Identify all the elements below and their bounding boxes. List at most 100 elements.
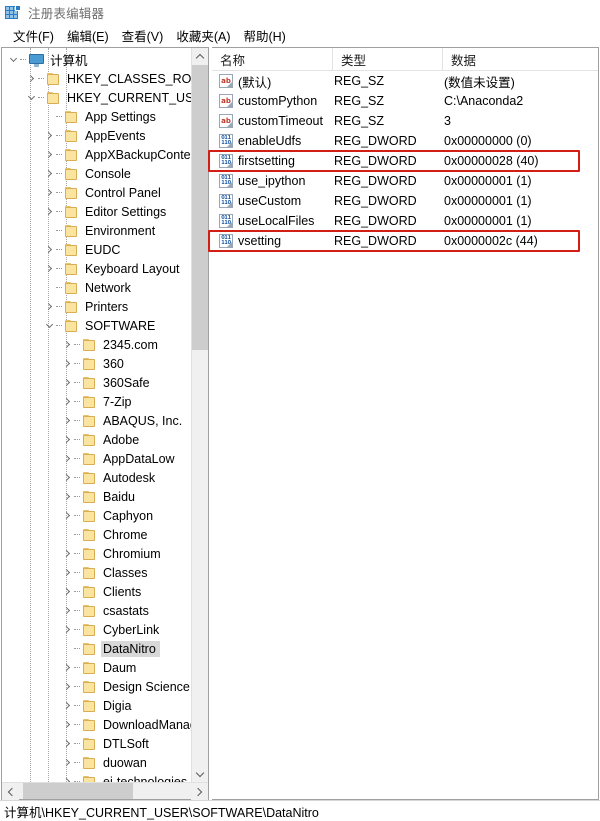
tree-item-digia[interactable]: Digia: [2, 696, 191, 715]
tree-item-eudc[interactable]: EUDC: [2, 240, 191, 259]
chevron-right-icon[interactable]: [60, 563, 74, 582]
table-row[interactable]: 011 110 enableUdfs REG_DWORD 0x00000000 (0): [212, 131, 598, 151]
scroll-right-arrow-icon[interactable]: [191, 783, 208, 800]
tree-item-daum[interactable]: Daum: [2, 658, 191, 677]
chevron-right-icon[interactable]: [60, 430, 74, 449]
table-row[interactable]: 011 110 use_ipython REG_DWORD 0x00000001 (1): [212, 171, 598, 191]
tree-item-baidu[interactable]: Baidu: [2, 487, 191, 506]
chevron-down-icon[interactable]: [24, 88, 38, 107]
chevron-right-icon[interactable]: [42, 240, 56, 259]
tree-item-cyberlink[interactable]: CyberLink: [2, 620, 191, 639]
tree-item-keyboard-layout[interactable]: Keyboard Layout: [2, 259, 191, 278]
chevron-right-icon[interactable]: [60, 373, 74, 392]
table-row[interactable]: 011 110 useCustom REG_DWORD 0x00000001 (1): [212, 191, 598, 211]
chevron-right-icon[interactable]: [60, 677, 74, 696]
table-row[interactable]: 011 110 vsetting REG_DWORD 0x0000002c (44): [212, 231, 598, 251]
chevron-right-icon[interactable]: [60, 753, 74, 772]
chevron-right-icon[interactable]: [42, 126, 56, 145]
tree-item-control-panel[interactable]: Control Panel: [2, 183, 191, 202]
tree-item-software[interactable]: SOFTWARE: [2, 316, 191, 335]
scroll-up-arrow-icon[interactable]: [192, 48, 208, 65]
chevron-down-icon[interactable]: [6, 50, 20, 69]
table-row[interactable]: ab customPython REG_SZ C:\Anaconda2: [212, 91, 598, 111]
chevron-right-icon[interactable]: [60, 696, 74, 715]
menu-favorites[interactable]: 收藏夹(A): [170, 25, 237, 46]
chevron-right-icon[interactable]: [60, 392, 74, 411]
chevron-right-icon[interactable]: [60, 544, 74, 563]
tree-item-downloadmanag[interactable]: DownloadManag: [2, 715, 191, 734]
menu-edit[interactable]: 编辑(E): [61, 25, 116, 46]
chevron-right-icon[interactable]: [60, 658, 74, 677]
chevron-right-icon[interactable]: [42, 202, 56, 221]
tree-item-hkey-current-user[interactable]: HKEY_CURRENT_USER: [2, 88, 191, 107]
tree-hscroll-track[interactable]: [19, 783, 191, 799]
tree-vscroll-track[interactable]: [192, 65, 208, 765]
chevron-right-icon[interactable]: [24, 69, 38, 88]
chevron-right-icon[interactable]: [60, 601, 74, 620]
tree-item-duowan[interactable]: duowan: [2, 753, 191, 772]
tree-item-appevents[interactable]: AppEvents: [2, 126, 191, 145]
tree-vscroll-thumb[interactable]: [192, 65, 208, 350]
chevron-right-icon[interactable]: [60, 335, 74, 354]
tree-item-network[interactable]: Network: [2, 278, 191, 297]
tree-item-dtlsoft[interactable]: DTLSoft: [2, 734, 191, 753]
tree-item-datanitro[interactable]: DataNitro: [2, 639, 191, 658]
menu-help[interactable]: 帮助(H): [237, 25, 292, 46]
tree-item-csastats[interactable]: csastats: [2, 601, 191, 620]
tree-item-appxbackupcontent[interactable]: AppXBackupContent: [2, 145, 191, 164]
tree-item-2345-com[interactable]: 2345.com: [2, 335, 191, 354]
chevron-right-icon[interactable]: [60, 468, 74, 487]
table-row[interactable]: 011 110 useLocalFiles REG_DWORD 0x00000001 (…: [212, 211, 598, 231]
tree-item-ei-technologies[interactable]: ei-technologies: [2, 772, 191, 782]
column-header-data[interactable]: 数据: [443, 48, 598, 70]
scroll-left-arrow-icon[interactable]: [2, 783, 19, 800]
tree-item-printers[interactable]: Printers: [2, 297, 191, 316]
chevron-right-icon[interactable]: [60, 487, 74, 506]
chevron-right-icon[interactable]: [60, 582, 74, 601]
tree-item-design-science[interactable]: Design Science: [2, 677, 191, 696]
tree-item-console[interactable]: Console: [2, 164, 191, 183]
tree-item-app-settings[interactable]: App Settings: [2, 107, 191, 126]
chevron-right-icon[interactable]: [42, 164, 56, 183]
tree-item-autodesk[interactable]: Autodesk: [2, 468, 191, 487]
chevron-right-icon[interactable]: [60, 449, 74, 468]
tree-item-abaqus-inc[interactable]: ABAQUS, Inc.: [2, 411, 191, 430]
chevron-right-icon[interactable]: [42, 183, 56, 202]
table-row[interactable]: ab (默认) REG_SZ (数值未设置): [212, 71, 598, 91]
chevron-right-icon[interactable]: [60, 411, 74, 430]
tree-item-adobe[interactable]: Adobe: [2, 430, 191, 449]
chevron-down-icon[interactable]: [42, 316, 56, 335]
scroll-down-arrow-icon[interactable]: [192, 765, 208, 782]
menu-view[interactable]: 查看(V): [116, 25, 171, 46]
chevron-right-icon[interactable]: [42, 259, 56, 278]
tree-horizontal-scrollbar[interactable]: [2, 782, 208, 800]
tree-item-chromium[interactable]: Chromium: [2, 544, 191, 563]
chevron-right-icon[interactable]: [60, 715, 74, 734]
tree-item-environment[interactable]: Environment: [2, 221, 191, 240]
chevron-right-icon[interactable]: [60, 354, 74, 373]
tree-scroll-area[interactable]: 计算机 HKEY_CLASSES_ROOT HKEY_CURRENT_USER App…: [2, 48, 191, 782]
tree-item-[interactable]: 计算机: [2, 50, 191, 69]
registry-values-list[interactable]: ab (默认) REG_SZ (数值未设置) ab customPython REG_SZ C…: [212, 71, 598, 799]
chevron-right-icon[interactable]: [42, 297, 56, 316]
chevron-right-icon[interactable]: [60, 506, 74, 525]
table-row[interactable]: ab customTimeout REG_SZ 3: [212, 111, 598, 131]
chevron-right-icon[interactable]: [60, 620, 74, 639]
tree-item-appdatalow[interactable]: AppDataLow: [2, 449, 191, 468]
tree-vertical-scrollbar[interactable]: [191, 48, 208, 782]
tree-item-7-zip[interactable]: 7-Zip: [2, 392, 191, 411]
chevron-right-icon[interactable]: [42, 145, 56, 164]
column-header-name[interactable]: 名称: [212, 48, 333, 70]
menu-file[interactable]: 文件(F): [7, 25, 61, 46]
tree-item-hkey-classes-root[interactable]: HKEY_CLASSES_ROOT: [2, 69, 191, 88]
table-row[interactable]: 011 110 firstsetting REG_DWORD 0x00000028 (4…: [212, 151, 598, 171]
tree-item-chrome[interactable]: Chrome: [2, 525, 191, 544]
tree-item-classes[interactable]: Classes: [2, 563, 191, 582]
tree-item-clients[interactable]: Clients: [2, 582, 191, 601]
column-header-type[interactable]: 类型: [333, 48, 443, 70]
tree-item-360[interactable]: 360: [2, 354, 191, 373]
chevron-right-icon[interactable]: [60, 734, 74, 753]
chevron-right-icon[interactable]: [60, 772, 74, 782]
tree-hscroll-thumb[interactable]: [23, 783, 133, 799]
tree-item-editor-settings[interactable]: Editor Settings: [2, 202, 191, 221]
